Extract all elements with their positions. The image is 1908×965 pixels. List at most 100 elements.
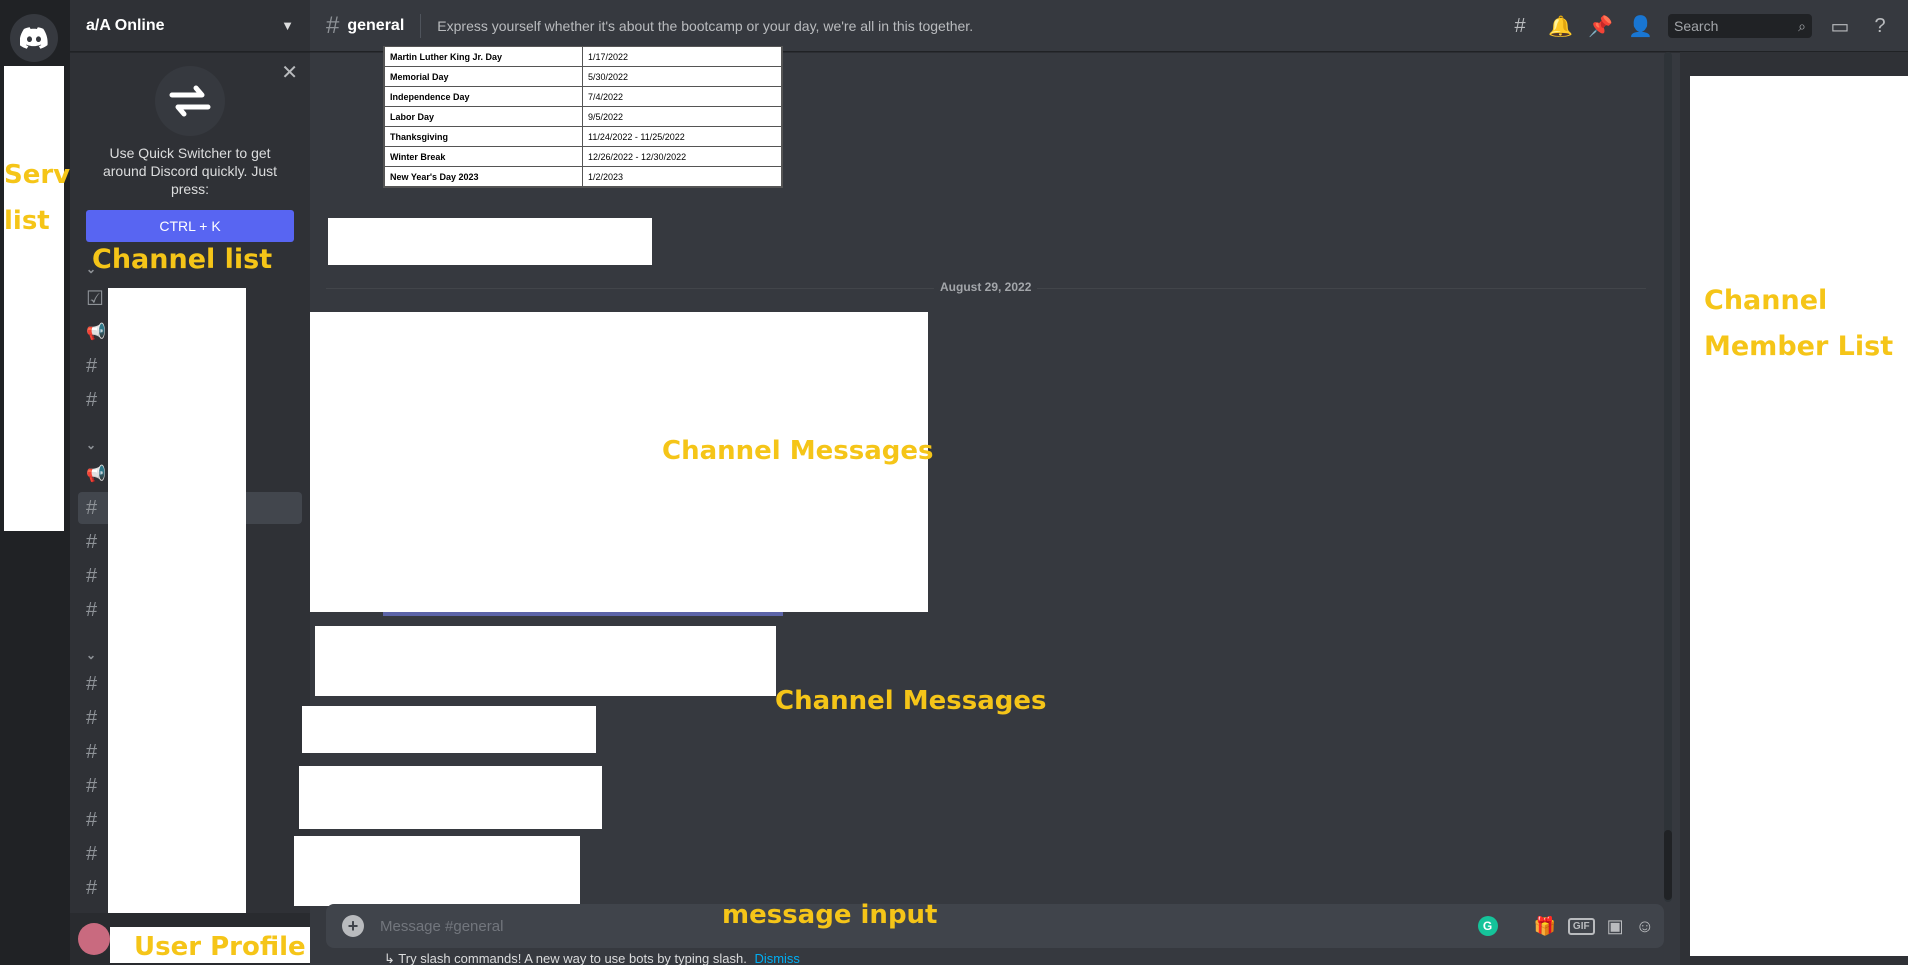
close-icon[interactable]: ✕ <box>281 60 298 85</box>
table-row: Memorial Day 5/30/2022 <box>384 66 782 87</box>
redacted-message <box>294 836 580 906</box>
message-composer: + G 🎁 GIF ▣ ☺ <box>326 904 1664 948</box>
table-row: Winter Break 12/26/2022 - 12/30/2022 <box>384 146 782 167</box>
threads-icon[interactable]: # <box>1508 15 1532 38</box>
server-name: a/A Online <box>86 16 165 34</box>
hash-icon: # <box>86 774 98 797</box>
header-toolbar: # 🔔 📌 👤 Search ⌕ ▭ ? <box>1508 0 1908 52</box>
search-icon: ⌕ <box>1798 17 1806 34</box>
sticker-icon[interactable]: ▣ <box>1607 916 1624 937</box>
hash-icon: # <box>86 808 98 831</box>
pin-icon[interactable]: 📌 <box>1588 14 1613 39</box>
hash-icon: # <box>86 530 98 553</box>
grammarly-icon[interactable]: G <box>1477 916 1498 936</box>
composer-toolbar: G 🎁 GIF ▣ ☺ <box>1477 904 1654 948</box>
hash-icon: # <box>86 598 98 621</box>
annotation-channel-list: Channel list <box>92 244 273 275</box>
dismiss-link[interactable]: Dismiss <box>754 951 800 965</box>
return-arrow-icon: ↳ <box>384 951 395 965</box>
hash-icon: # <box>86 672 98 695</box>
channel-header: # general Express yourself whether it's … <box>310 0 1908 52</box>
announcement-icon: 📢 <box>86 324 106 341</box>
discord-logo-icon <box>20 27 48 49</box>
quick-switcher-shortcut-button[interactable]: CTRL + K <box>86 210 294 242</box>
redacted-member-list <box>1690 76 1908 956</box>
redacted-message <box>299 766 602 829</box>
hash-icon: # <box>86 842 98 865</box>
annotation-user-profile: User Profile <box>134 932 306 962</box>
redacted-server-icons <box>4 66 64 531</box>
table-row: Thanksgiving 11/24/2022 - 11/25/2022 <box>384 126 782 147</box>
slash-tip-text: Try slash commands! A new way to use bot… <box>398 951 747 965</box>
avatar[interactable] <box>78 923 110 955</box>
gif-icon[interactable]: GIF <box>1567 917 1595 935</box>
quick-switcher-card: ✕ Use Quick Switcher to get around Disco… <box>70 52 310 242</box>
table-row: Independence Day 7/4/2022 <box>384 86 782 107</box>
holiday-name: Memorial Day <box>384 66 583 87</box>
announcement-icon: 📢 <box>86 466 106 483</box>
server-list: Server list <box>0 0 101 965</box>
annotation-channel-messages: Channel Messages <box>662 436 934 466</box>
members-icon[interactable]: 👤 <box>1628 14 1653 39</box>
gift-icon[interactable]: 🎁 <box>1534 916 1556 937</box>
table-row: Labor Day 9/5/2022 <box>384 106 782 127</box>
chat-area: # general Express yourself whether it's … <box>294 0 1908 965</box>
discord-window: Server list a/A Online ▼ ✕ Use Quick Swi… <box>0 0 1908 965</box>
quick-switcher-text: Use Quick Switcher to get around Discord… <box>102 145 278 197</box>
help-icon[interactable]: ? <box>1868 15 1892 38</box>
hash-icon: # <box>86 740 98 763</box>
holiday-table-image: Martin Luther King Jr. Day 1/17/2022 Memo… <box>383 46 783 188</box>
table-row: New Year's Day 2023 1/2/2023 <box>384 166 782 187</box>
holiday-date: 9/5/2022 <box>582 106 782 127</box>
holiday-date: 11/24/2022 - 11/25/2022 <box>582 126 782 147</box>
hash-icon: # <box>86 354 98 377</box>
redacted-channel-names <box>108 288 246 920</box>
redacted-message <box>315 626 776 696</box>
emoji-icon[interactable]: ☺ <box>1636 916 1654 937</box>
bell-icon[interactable]: 🔔 <box>1548 14 1573 39</box>
date-divider-label: August 29, 2022 <box>934 280 1038 294</box>
member-list: Channel Member List <box>1680 52 1908 965</box>
checkbox-icon: ☑ <box>86 287 104 310</box>
chevron-down-icon: ▼ <box>281 18 294 33</box>
search-input[interactable]: Search ⌕ <box>1668 14 1812 38</box>
holiday-date: 12/26/2022 - 12/30/2022 <box>582 146 782 167</box>
holiday-name: Winter Break <box>384 146 583 167</box>
category-collapsed[interactable]: ⌄ <box>86 438 96 452</box>
hash-icon: # <box>86 388 98 411</box>
search-placeholder: Search <box>1674 18 1719 34</box>
table-row: Martin Luther King Jr. Day 1/17/2022 <box>384 46 782 67</box>
redacted-message <box>302 706 596 753</box>
header-divider <box>420 13 422 38</box>
home-button[interactable] <box>10 14 58 62</box>
category-collapsed[interactable]: ⌄ <box>86 648 96 662</box>
hash-icon: # <box>86 496 98 519</box>
channel-topic[interactable]: Express yourself whether it's about the … <box>437 18 973 34</box>
hash-icon: # <box>86 564 98 587</box>
annotation-channel-member-list: Channel Member List <box>1704 285 1894 362</box>
holiday-name: Thanksgiving <box>384 126 583 147</box>
holiday-date: 1/2/2023 <box>582 166 782 187</box>
scrollbar-thumb[interactable] <box>1664 830 1672 900</box>
inbox-icon[interactable]: ▭ <box>1828 14 1852 39</box>
slash-commands-tip: ↳ Try slash commands! A new way to use b… <box>384 951 800 965</box>
holiday-date: 1/17/2022 <box>582 46 782 67</box>
hash-icon: # <box>86 706 98 729</box>
annotation-message-input: message input <box>722 900 938 930</box>
server-header[interactable]: a/A Online ▼ <box>70 0 310 52</box>
holiday-name: Labor Day <box>384 106 583 127</box>
upload-button[interactable]: + <box>342 915 364 937</box>
channel-sidebar: a/A Online ▼ ✕ Use Quick Switcher to get… <box>70 0 310 965</box>
holiday-name: New Year's Day 2023 <box>384 166 583 187</box>
annotation-channel-messages: Channel Messages <box>775 686 1047 716</box>
redacted-message <box>328 218 652 265</box>
hash-icon: # <box>86 876 98 899</box>
holiday-name: Independence Day <box>384 86 583 107</box>
channel-name: general <box>347 16 405 34</box>
holiday-date: 7/4/2022 <box>582 86 782 107</box>
holiday-name: Martin Luther King Jr. Day <box>384 46 583 67</box>
scrollbar[interactable] <box>1664 52 1672 902</box>
holiday-date: 5/30/2022 <box>582 66 782 87</box>
hash-icon: # <box>326 11 340 39</box>
arrows-swap-icon <box>155 66 225 136</box>
